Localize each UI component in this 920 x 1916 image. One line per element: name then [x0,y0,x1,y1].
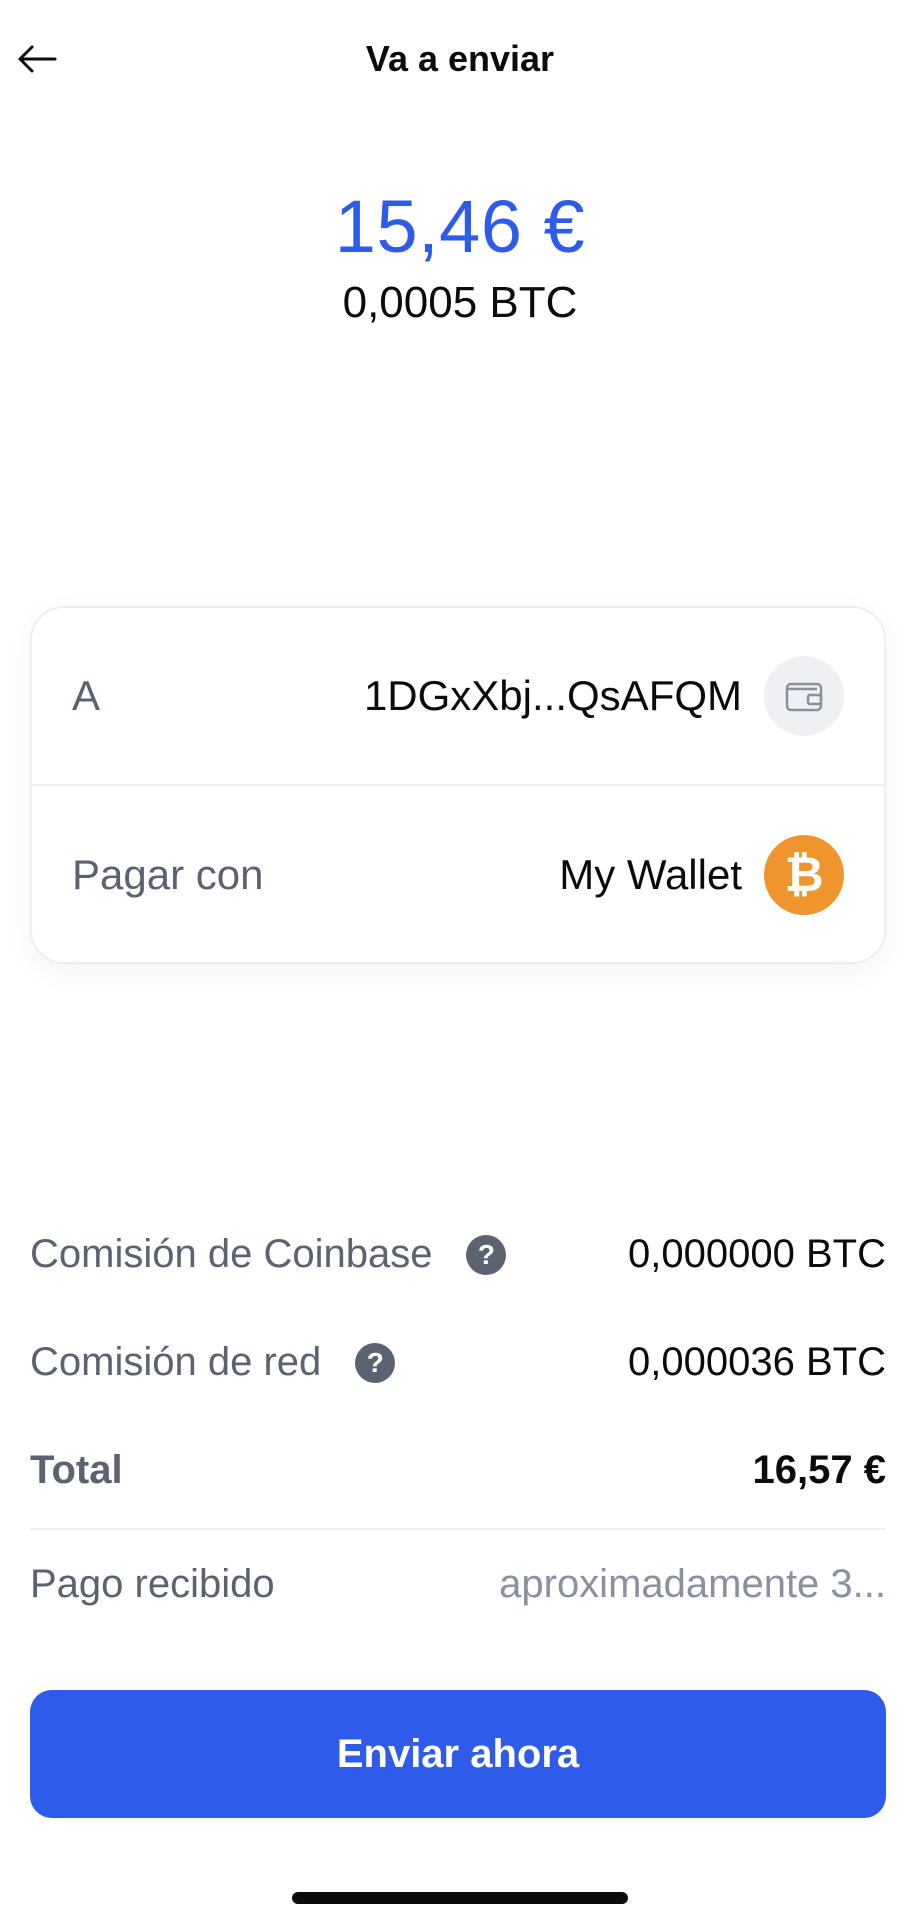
receipt-label: Pago recibido [30,1562,275,1606]
pay-with-label: Pagar con [72,851,264,898]
total-value: 16,57 € [752,1448,886,1492]
receipt-row: Pago recibido aproximadamente 3... [30,1562,886,1607]
network-fee-value: 0,000036 BTC [628,1340,886,1384]
send-now-button[interactable]: Enviar ahora [30,1690,886,1818]
send-confirmation-screen: Va a enviar 15,46 € 0,0005 BTC A 1DGxXbj… [0,0,920,1916]
page-title: Va a enviar [365,38,555,79]
amount-fiat: 15,46 € [334,185,586,268]
recipient-address: 1DGxXbj...QsAFQM [363,672,742,719]
network-fee-label: Comisión de red [30,1340,322,1384]
help-icon[interactable]: ? [355,1342,396,1383]
recipient-row[interactable]: A 1DGxXbj...QsAFQM [32,608,884,786]
home-indicator [292,1892,628,1904]
total-row: Total 16,57 € [30,1448,886,1493]
network-fee-row: Comisión de red ? 0,000036 BTC [30,1340,886,1385]
amount-crypto: 0,0005 BTC [342,278,578,327]
wallet-icon [764,656,844,736]
coinbase-fee-row: Comisión de Coinbase ? 0,000000 BTC [30,1232,886,1277]
recipient-label: A [72,672,101,719]
receipt-value: aproximadamente 3... [499,1562,886,1606]
help-icon[interactable]: ? [466,1234,507,1275]
divider [30,1528,886,1530]
transaction-card: A 1DGxXbj...QsAFQM Pagar con My Wallet ₿ [30,606,886,964]
bitcoin-icon: ₿ [764,835,844,915]
total-label: Total [30,1448,123,1492]
pay-with-row[interactable]: Pagar con My Wallet ₿ [32,786,884,964]
coinbase-fee-value: 0,000000 BTC [628,1232,886,1276]
coinbase-fee-label: Comisión de Coinbase [30,1232,433,1276]
pay-with-wallet: My Wallet [559,851,742,898]
